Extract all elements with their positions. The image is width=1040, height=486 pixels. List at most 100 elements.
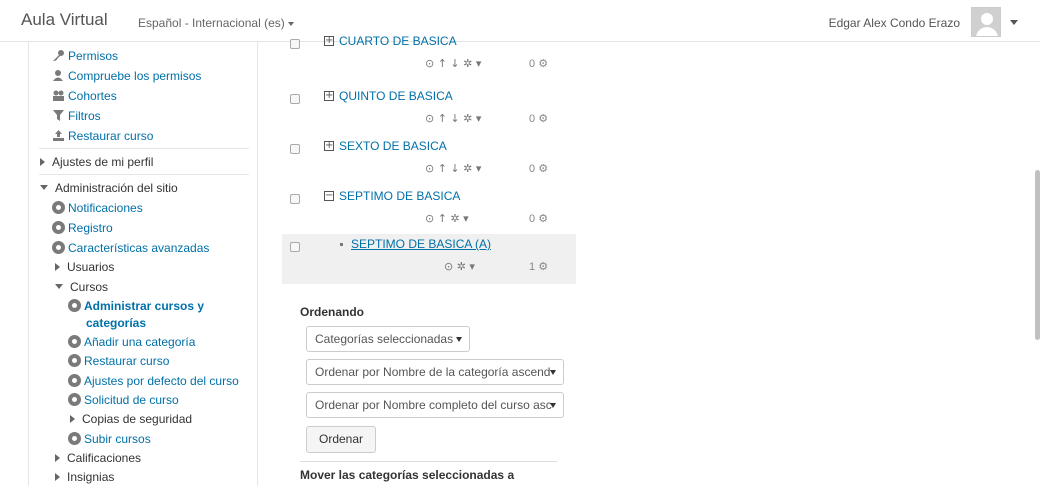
category-link[interactable]: SEPTIMO DE BASICA (A) [351,237,491,251]
sidebar-item-label: Copias de seguridad [82,412,193,426]
avatar[interactable] [971,7,1001,37]
sidebar-item-cohortes[interactable]: Cohortes [52,88,117,106]
chevron-right-icon [55,473,60,481]
category-checkbox[interactable] [290,194,300,204]
sidebar-item-label: Características avanzadas [68,241,210,255]
sidebar-item-calificaciones[interactable]: Calificaciones [55,450,141,466]
course-count: 0 ⚙ [529,212,548,225]
sidebar-item-permisos[interactable]: Permisos [52,48,118,64]
sidebar-item-solicitud-curso[interactable]: Solicitud de curso [68,392,179,408]
chevron-down-icon [40,185,48,190]
chevron-right-icon [55,454,60,462]
collapse-icon[interactable]: − [324,191,334,201]
sidebar-item-administrar-cursos[interactable]: Administrar cursos y [68,298,204,314]
select-value: Ordenar por Nombre completo del curso as… [315,398,552,412]
gear-icon [68,432,81,445]
expand-icon[interactable]: + [324,36,334,46]
sidebar-item-anadir-categoria[interactable]: Añadir una categoría [68,334,195,350]
sidebar-item-restaurar-curso-2[interactable]: Restaurar curso [68,353,169,369]
scrollbar[interactable] [1035,170,1040,340]
gear-icon [68,354,81,367]
category-link[interactable]: SEPTIMO DE BASICA [339,189,460,203]
select-value: Ordenar por Nombre de la categoría ascen… [315,365,551,379]
category-link[interactable]: CUARTO DE BASICA [339,36,457,48]
category-actions[interactable]: ⊙ ↑ ✲ ▾ [425,212,469,225]
category-actions[interactable]: ⊙ ↑ ↓ ✲ ▾ [425,162,481,175]
course-count: 0 ⚙ [529,112,548,125]
sidebar-item-filtros[interactable]: Filtros [52,108,101,126]
sidebar-item-notificaciones[interactable]: Notificaciones [52,200,143,216]
sidebar-item-label: Filtros [68,109,101,123]
sidebar-item-label: Ajustes de mi perfil [52,155,154,169]
course-count: 0 ⚙ [529,57,548,70]
sidebar-item-label: Permisos [68,49,119,63]
sidebar-item-label: Cursos [70,280,109,294]
sidebar-item-administracion-sitio[interactable]: Administración del sitio [40,180,178,196]
category-actions[interactable]: ⊙ ↑ ↓ ✲ ▾ [425,57,481,70]
sidebar-item-restaurar-curso[interactable]: Restaurar curso [52,128,153,146]
category-link[interactable]: SEXTO DE BASICA [339,139,447,153]
gear-icon [68,374,81,387]
sidebar-administration-block: Permisos Compruebe los permisos Cohortes… [28,42,258,486]
sidebar-divider [39,174,249,175]
category-actions[interactable]: ⊙ ↑ ↓ ✲ ▾ [425,112,481,125]
category-actions[interactable]: ⊙ ✲ ▾ [444,260,475,273]
user-menu-caret-icon[interactable] [1010,20,1018,25]
sidebar-item-ajustes-perfil[interactable]: Ajustes de mi perfil [40,154,153,170]
sidebar-item-registro[interactable]: Registro [52,220,113,236]
chevron-down-icon [550,370,556,375]
site-brand[interactable]: Aula Virtual [21,10,108,30]
upload-icon [52,129,65,146]
bullet-icon [340,243,343,246]
chevron-right-icon [70,415,75,423]
sidebar-item-label: Restaurar curso [68,129,154,143]
chevron-right-icon [55,263,60,271]
sidebar-item-cursos[interactable]: Cursos [55,279,108,295]
sidebar-item-subir-cursos[interactable]: Subir cursos [68,431,151,447]
sidebar-item-label: categorías [86,316,147,330]
user-name[interactable]: Edgar Alex Condo Erazo [829,16,960,30]
sidebar-item-usuarios[interactable]: Usuarios [55,259,114,275]
gear-icon [52,241,65,254]
expand-icon[interactable]: + [324,141,334,151]
course-count-value: 1 [529,261,536,273]
order-button[interactable]: Ordenar [306,426,376,453]
sidebar-item-compruebe-permisos[interactable]: Compruebe los permisos [52,68,201,86]
categories-select[interactable]: Categorías seleccionadas [306,326,470,352]
sidebar-item-label: Usuarios [67,260,115,274]
sidebar-item-administrar-cursos-cont[interactable]: categorías [86,315,146,331]
category-checkbox[interactable] [290,39,300,49]
category-checkbox[interactable] [290,144,300,154]
sidebar-item-caracteristicas-avanzadas[interactable]: Características avanzadas [52,240,209,256]
expand-icon[interactable]: + [324,91,334,101]
category-order-select[interactable]: Ordenar por Nombre de la categoría ascen… [306,359,564,385]
gear-icon [52,221,65,234]
language-menu[interactable]: Español - Internacional (es) [138,16,294,30]
gear-icon [68,299,81,312]
course-count-value: 0 [529,58,536,70]
category-row: + CUARTO DE BASICA ⊙ ↑ ↓ ✲ ▾ 0 ⚙ [282,36,576,78]
chevron-right-icon [40,158,45,166]
courses-icon: ⚙ [538,113,549,125]
sidebar-item-label: Notificaciones [68,201,143,215]
category-row-selected: SEPTIMO DE BASICA (A) ⊙ ✲ ▾ 1 ⚙ [282,234,576,284]
course-count-value: 0 [529,163,536,175]
sidebar-item-insignias[interactable]: Insignias [55,469,114,485]
users-icon [52,89,65,106]
sidebar-item-copias-seguridad[interactable]: Copias de seguridad [70,411,192,427]
category-checkbox[interactable] [290,242,300,252]
sidebar-item-label: Ajustes por defecto del curso [84,374,239,388]
sidebar-item-ajustes-defecto-curso[interactable]: Ajustes por defecto del curso [68,373,239,389]
chevron-down-icon [55,284,63,289]
sidebar-item-label: Añadir una categoría [84,335,196,349]
gear-icon [68,335,81,348]
category-checkbox[interactable] [290,94,300,104]
course-count: 1 ⚙ [529,260,548,273]
course-order-select[interactable]: Ordenar por Nombre completo del curso as… [306,392,564,418]
course-count-value: 0 [529,213,536,225]
chevron-down-icon [550,403,556,408]
sidebar-item-label: Solicitud de curso [84,393,179,407]
category-link[interactable]: QUINTO DE BASICA [339,89,453,103]
sidebar-divider [39,148,249,149]
gear-icon [52,201,65,214]
